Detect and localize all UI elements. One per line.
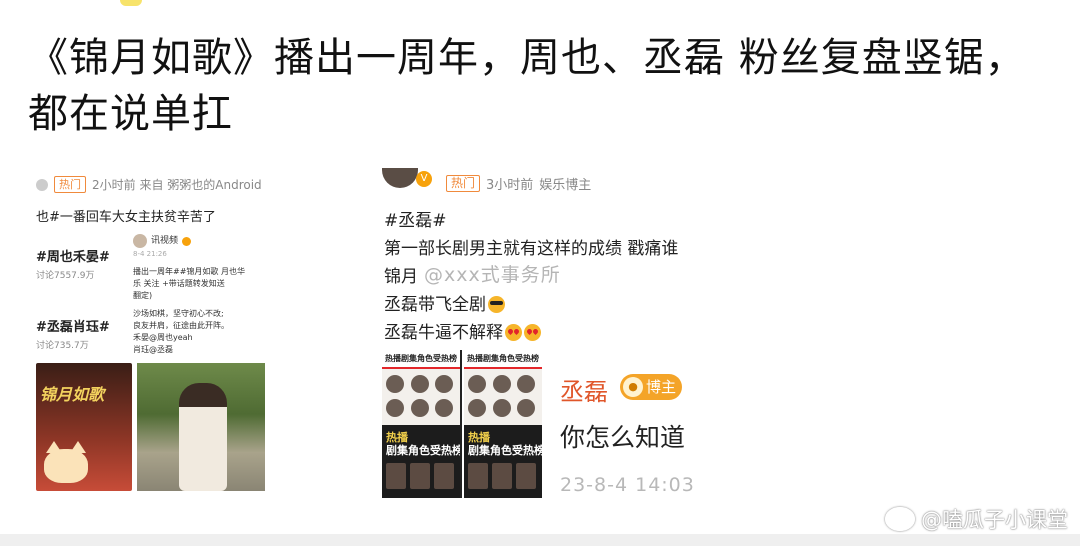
avatar [435,399,454,417]
topic-title: #周也禾晏# [36,250,110,265]
ranking-grid [382,369,460,425]
cool-face-icon [488,296,505,313]
post-line: 第一部长剧男主就有这样的成绩 戳痛谁 [384,239,679,259]
ranking-subtitle: 热播 剧集角色受热榜 [464,425,542,459]
embedded-author: 讯视频 [151,236,179,246]
heart-eyes-icon [524,324,541,341]
avatar [517,375,536,393]
hashtag-link[interactable]: #丞磊# [384,206,447,231]
headline: 《锦月如歌》播出一周年，周也、丞磊 粉丝复盘竖锯，都在说单扛 [28,35,1026,137]
right-post-source: 娱乐博主 [539,178,592,193]
hot-tag: 热门 [54,176,86,193]
embedded-line: 肖珏@丞磊 [133,345,173,354]
cat-sticker-icon [44,441,88,483]
post-avatar-icon [36,178,48,191]
bottom-bar [0,534,1080,546]
thumbnail [434,463,454,489]
avatar [435,375,454,393]
ranking-title: 热播剧集角色受热榜 [464,351,542,369]
ranking-subtitle-accent: 热播 [386,431,408,444]
ranking-title: 热播剧集角色受热榜 [382,351,460,369]
avatar [386,375,404,393]
post-line: 丞磊带飞全剧 [384,290,505,315]
left-meta-text: 2小时前 来自 粥粥也的Android [92,178,262,192]
weibo-watermark: @嗑瓜子小课堂 [885,504,1068,534]
embedded-post-header: 讯视频 [133,234,283,248]
ranking-thumbs [382,459,460,493]
avatar [410,399,429,417]
thumbnail [516,463,536,489]
avatar [492,375,511,393]
embedded-time: 8-4 21:26 [133,250,167,258]
watermark-text: @嗑瓜子小课堂 [921,508,1068,532]
reply-author-link[interactable]: 丞磊 [560,372,608,407]
poster-title: 锦月如歌 [40,385,105,404]
thumbnail [468,463,488,489]
avatar [382,168,418,188]
right-post-time: 3小时前 [486,178,534,193]
avatar [492,399,511,417]
blogger-badge: ● 博主 [620,374,683,400]
thumbnail [410,463,430,489]
left-meta-row: 热门 2小时前 来自 粥粥也的Android [36,176,262,193]
reply-text: 你怎么知道 [560,423,686,452]
post-line-text: 丞磊牛逼不解释 [384,323,503,343]
verified-icon: V [416,171,432,187]
ranking-thumbs [464,459,542,493]
ranking-subtitle: 热播 剧集角色受热榜 [382,425,460,459]
topic-count: 讨论735.7万 [36,341,89,351]
weibo-logo-icon [885,507,915,531]
avatar [468,375,486,393]
topic-title: #丞磊肖珏# [36,320,110,335]
ranking-image[interactable]: 热播剧集角色受热榜 热播 剧集角色受热榜 [382,351,460,498]
topic-card[interactable]: #周也禾晏# 讨论7557.9万 [36,246,128,281]
ranking-image[interactable]: 热播剧集角色受热榜 热播 剧集角色受热榜 [464,351,542,498]
avatar [386,399,404,417]
ranking-subtitle-text: 剧集角色受热榜 [468,444,542,457]
post-line-text: 丞磊带飞全剧 [384,295,486,315]
thumbnail [386,463,406,489]
image-divider [460,350,462,498]
reply-timestamp: 23-8-4 14:03 [560,474,695,496]
dog-icon: ● [623,377,643,397]
embedded-line: 沙场如棋，坚守初心不改; [133,309,224,318]
ranking-subtitle-accent: 热播 [468,431,490,444]
right-meta-row: 热门 3小时前 娱乐博主 [446,174,591,193]
drama-poster-image[interactable]: 锦月如歌 [36,363,132,491]
actor-photo-image[interactable] [137,363,265,491]
actor-figure [179,383,227,491]
hot-tag: 热门 [446,175,481,192]
post-line: 丞磊牛逼不解释 [384,318,541,343]
embedded-line: 乐 关注 +带话题转发知送 [133,279,225,288]
thumbnail [492,463,512,489]
embedded-post: 讯视频 8-4 21:26 播出一周年##锦月如歌 月也华 乐 关注 +带话题转… [133,234,283,356]
ranking-subtitle-text: 剧集角色受热榜 [386,444,460,457]
post-line: 锦月 [384,267,418,287]
embedded-line: 播出一周年##锦月如歌 月也华 [133,267,245,276]
top-accent [120,0,142,6]
avatar [410,375,429,393]
topic-card[interactable]: #丞磊肖珏# 讨论735.7万 [36,316,128,351]
overlay-watermark: @xxx式事务所 [424,264,561,286]
verified-icon [182,236,192,246]
embedded-line: 良友并肩，征途由此开阵。 [133,321,229,330]
blogger-badge-label: 博主 [646,378,677,396]
embedded-line: 翻定) [133,291,153,300]
topic-count: 讨论7557.9万 [36,271,95,281]
avatar [517,399,536,417]
avatar [133,234,147,248]
left-screenshot: 热门 2小时前 来自 粥粥也的Android 也#一番回车大女主扶贫辛苦了 #周… [30,168,352,498]
embedded-line: 禾晏@周也yeah [133,333,193,342]
left-post-text: 也#一番回车大女主扶贫辛苦了 [36,210,216,225]
ranking-grid [464,369,542,425]
avatar [468,399,486,417]
heart-eyes-icon [505,324,522,341]
